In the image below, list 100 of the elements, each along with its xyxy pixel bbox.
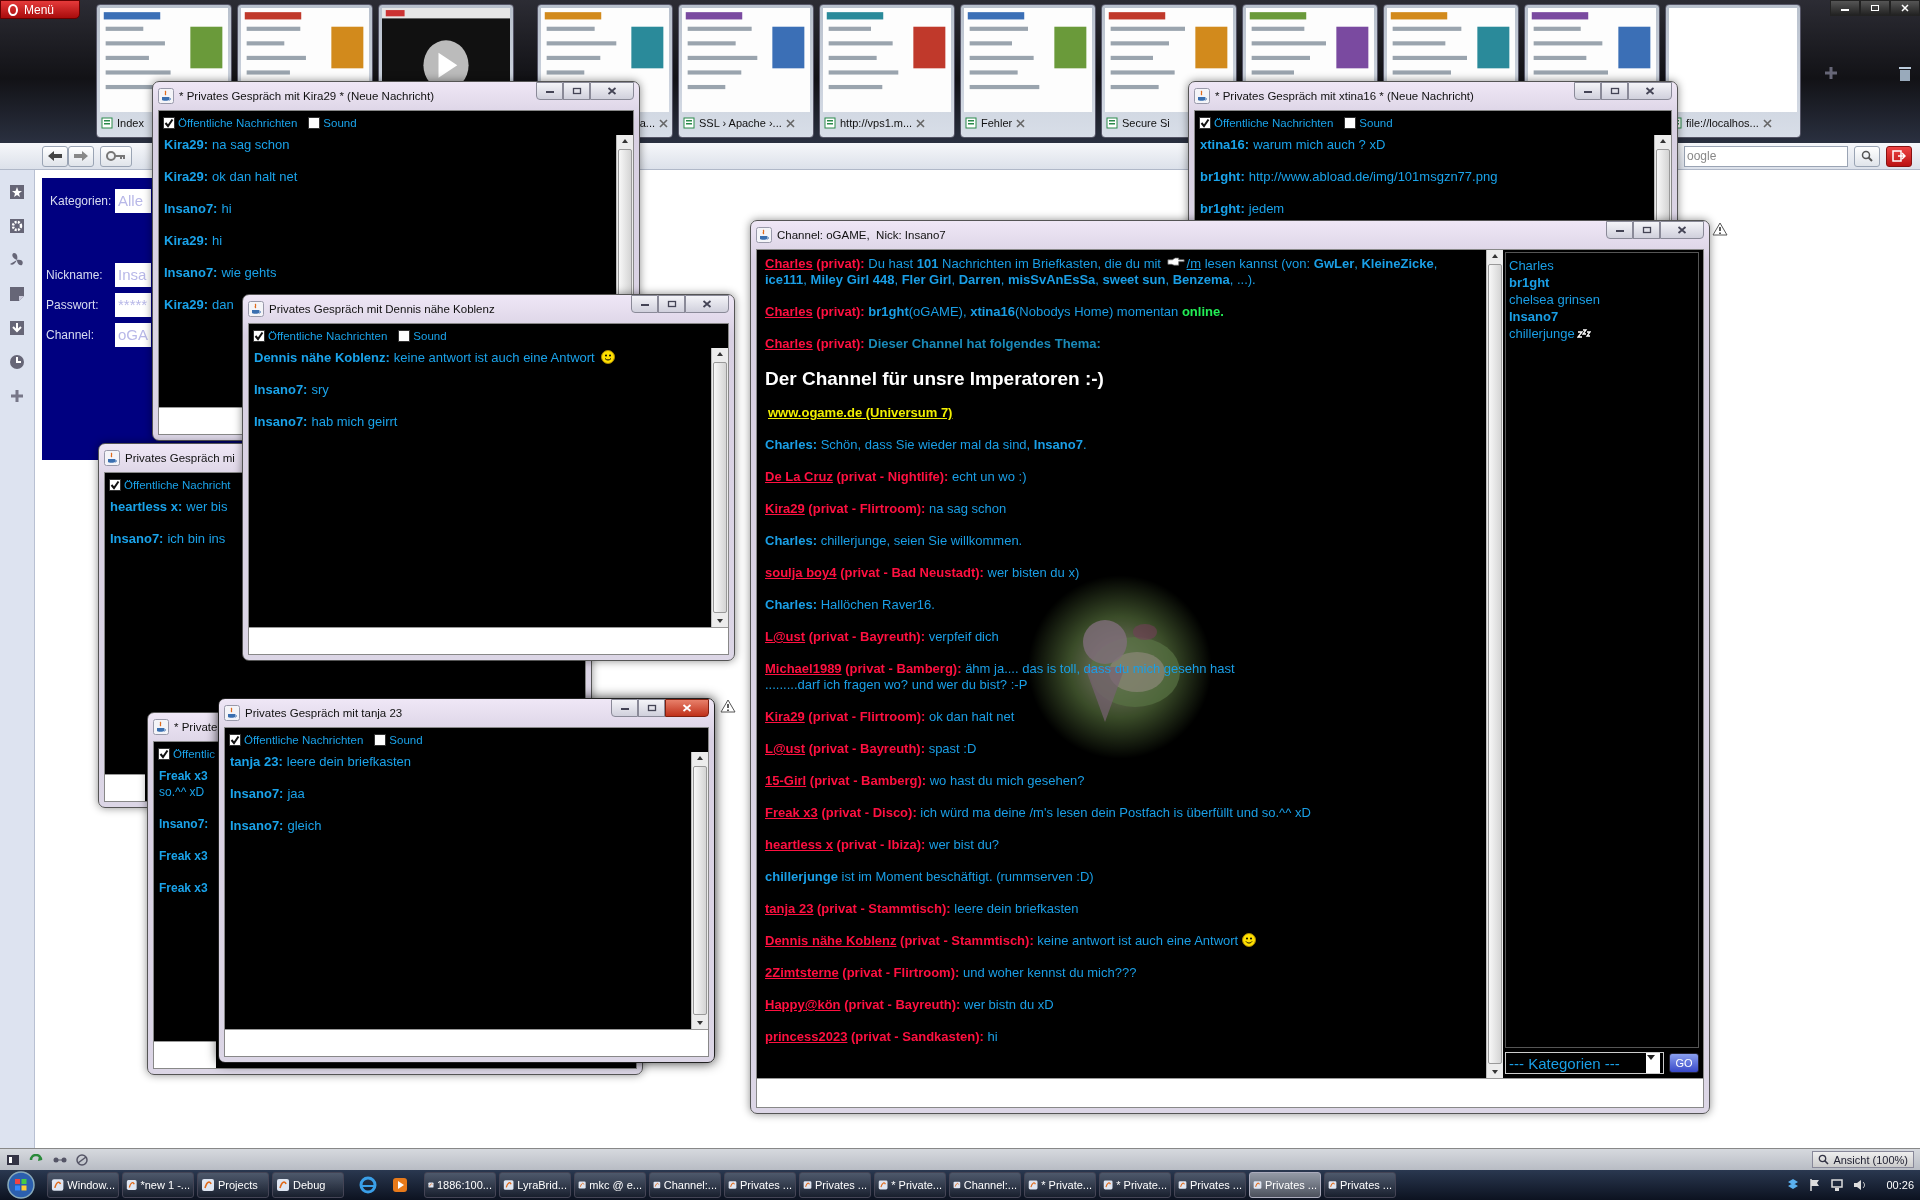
field-label: Nickname: [46,268,104,282]
taskbar-button[interactable]: *new 1 -... [122,1172,194,1198]
user-list-item[interactable]: br1ght [1509,274,1695,291]
taskbar-button[interactable]: mkc @ e... [574,1172,646,1198]
chat-message: Kira29: na sag schon [164,137,290,153]
window-title: Privates Gespräch mi [125,452,235,464]
taskbar-button[interactable]: Privates ... [1174,1172,1246,1198]
nickname-link[interactable]: Charles [765,256,813,271]
taskbar-button[interactable]: Channel:... [649,1172,721,1198]
menu-button[interactable]: Menü [0,0,80,19]
clock[interactable]: 00:26 [1886,1179,1914,1191]
user-list-item[interactable]: chillerjunge [1509,325,1695,342]
chat-message: tanja 23 (privat - Stammtisch): leere dein briefkasten [765,901,1080,917]
chat-message: Kira29: hi [164,233,223,249]
zoom-button[interactable]: Ansicht (100%) [1812,1151,1914,1168]
checkbox-label: Sound [389,734,423,746]
nickname-link[interactable]: Charles [765,304,813,319]
chat-message: soulja boy4 (privat - Bad Neustadt): wer bisten du x) [765,565,1081,581]
nickname-link[interactable]: Happy@kön [765,997,841,1012]
field-label: Passwort: [46,298,100,312]
user-list-item[interactable]: Charles [1509,257,1695,274]
chat-message: Freak x3 [159,880,208,896]
nickname-link[interactable]: princess2023 [765,1029,848,1044]
nickname-link[interactable]: Kira29 [765,709,805,724]
user-list-item[interactable]: chelsea grinsen [1509,291,1695,308]
nickname-link[interactable]: Freak x3 [765,805,818,820]
nickname-link[interactable]: Dennis nähe Koblenz [765,933,897,948]
chat-message: xtina16: warum mich auch ? xD [1200,137,1386,153]
command-link[interactable]: /m [1186,256,1202,271]
nickname-link[interactable]: soulja boy4 [765,565,837,580]
category-dropdown[interactable]: --- Kategorien --- [1505,1052,1664,1074]
taskbar-button[interactable]: Window... [47,1172,119,1198]
chat-message: Kira29 (privat - Flirtroom): na sag schon [765,501,1008,517]
tab[interactable]: SSL › Apache ›... [678,4,814,138]
chat-message: br1ght: jedem [1200,201,1285,217]
chat-message: Charles: chillerjunge, seien Sie willkommen. [765,533,1024,549]
taskbar-button[interactable]: Projects [197,1172,269,1198]
checkbox-label: Sound [413,330,447,342]
chat-message: L@ust (privat - Bayreuth): spast :D [765,741,978,757]
nickname-link[interactable]: Charles [765,336,813,351]
nickname-link[interactable]: heartless x [765,837,833,852]
chat-message: Freak x3 so.^^ xD [159,768,208,800]
taskbar-button[interactable]: * Private... [874,1172,946,1198]
chat-message: Dennis nähe Koblenz (privat - Stammtisch): keine antwort ist auch eine Antwort [765,933,1478,949]
nickname-link[interactable]: De La Cruz [765,469,833,484]
taskbar-button[interactable]: Debug [272,1172,344,1198]
chat-message: Charles (privat): Dieser Channel hat folgendes Thema: [765,336,1102,352]
taskbar-button[interactable]: 1886:100... [424,1172,496,1198]
chat-message: heartless x (privat - Ibiza): wer bist du? [765,837,1001,853]
chat-message: Insano7: hi [164,201,232,217]
chat-message: heartless x: wer bis [110,499,228,515]
taskbar-button[interactable]: Privates ... [724,1172,796,1198]
nickname-link[interactable]: L@ust [765,629,806,644]
taskbar-button[interactable]: Privates ... [1324,1172,1396,1198]
taskbar-button[interactable]: Privates ... [1249,1172,1321,1198]
chat-message: princess2023 (privat - Sandkasten): hi [765,1029,999,1045]
checkbox-label: Sound [1359,117,1393,129]
chat-message: Michael1989 (privat - Bamberg): ähm ja.... das is toll, dass du mich gesehn hast .........darf ich fragen wo? und wer du bist? :-P [765,661,1236,693]
channel-topic: Der Channel für unsre Imperatoren :-) [765,368,1105,390]
chat-message: Charles (privat): br1ght(oGAME), xtina16(Nobodys Home) momentan online. [765,304,1225,320]
chat-message: 15-Girl (privat - Bamberg): wo hast du mich gesehen? [765,773,1086,789]
chat-message: Charles: Hallöchen Raver16. [765,597,936,613]
window-title: Privates Gespräch mit tanja 23 [245,707,403,719]
chat-message: Insano7: gleich [230,818,322,834]
website-link[interactable]: www.ogame.de (Universum 7) [768,405,953,420]
taskbar-button[interactable]: Privates ... [799,1172,871,1198]
chat-message: Freak x3 (privat - Disco): ich würd ma deine /m's lesen dein Postfach is überfüllt und so.^^ xD [765,805,1312,821]
tab[interactable]: Fehler [960,4,1096,138]
chat-message: Charles: Schön, dass Sie wieder mal da sind, Insano7. [765,437,1088,453]
tab[interactable]: file://localhos... [1665,4,1801,138]
nickname-link[interactable]: 2Zimtsterne [765,965,839,980]
chat-message: Charles (privat): Du hast 101 Nachrichten im Briefkasten, die du mit /m lesen kannst (von: GwLer, KleineZicke, ice111, Miley Girl 448, Fler Girl, Darren, misSvAnEsSa, sweet sun, Benzema, ...). [765,256,1439,288]
nickname-link[interactable]: Michael1989 [765,661,842,676]
chat-message: Insano7: ich bin ins [110,531,226,547]
chat-message: Kira29: dan [164,297,234,313]
chat-message: L@ust (privat - Bayreuth): verpfeif dich [765,629,1000,645]
chat-message: Kira29: ok dan halt net [164,169,298,185]
search-field[interactable]: oogle [1684,145,1848,167]
taskbar-button[interactable]: Channel:... [949,1172,1021,1198]
checkbox-label: Öffentliche Nachrichten [244,734,364,746]
chat-message: br1ght: http://www.abload.de/img/101msgzn77.png [1200,169,1498,185]
go-button[interactable]: GO [1669,1053,1699,1073]
chat-message: chillerjunge ist im Moment beschäftigt. (rummserven :D) [765,869,1095,885]
nickname-link[interactable]: Kira29 [765,501,805,516]
tab[interactable]: http://vps1.m... [819,4,955,138]
chat-message: 2Zimtsterne (privat - Flirtroom): und woher kennst du mich??? [765,965,1138,981]
nickname-link[interactable]: tanja 23 [765,901,814,916]
taskbar-button[interactable]: * Private... [1024,1172,1096,1198]
nickname-link[interactable]: L@ust [765,741,806,756]
chat-message: tanja 23: leere dein briefkasten [230,754,412,770]
user-list-item[interactable]: Insano7 [1509,308,1695,325]
chat-message: Happy@kön (privat - Bayreuth): wer bistn du xD [765,997,1055,1013]
checkbox-label: Öffentliche Nachrichten [268,330,388,342]
field-label: Kategorien: [49,194,113,208]
taskbar-button[interactable]: LyraBrid... [499,1172,571,1198]
chat-message: De La Cruz (privat - Nightlife): echt un wo :) [765,469,1028,485]
taskbar-button[interactable]: * Private... [1099,1172,1171,1198]
nickname-link[interactable]: 15-Girl [765,773,807,788]
chat-message: Kira29 (privat - Flirtroom): ok dan halt net [765,709,1016,725]
checkbox-label: Sound [323,117,357,129]
